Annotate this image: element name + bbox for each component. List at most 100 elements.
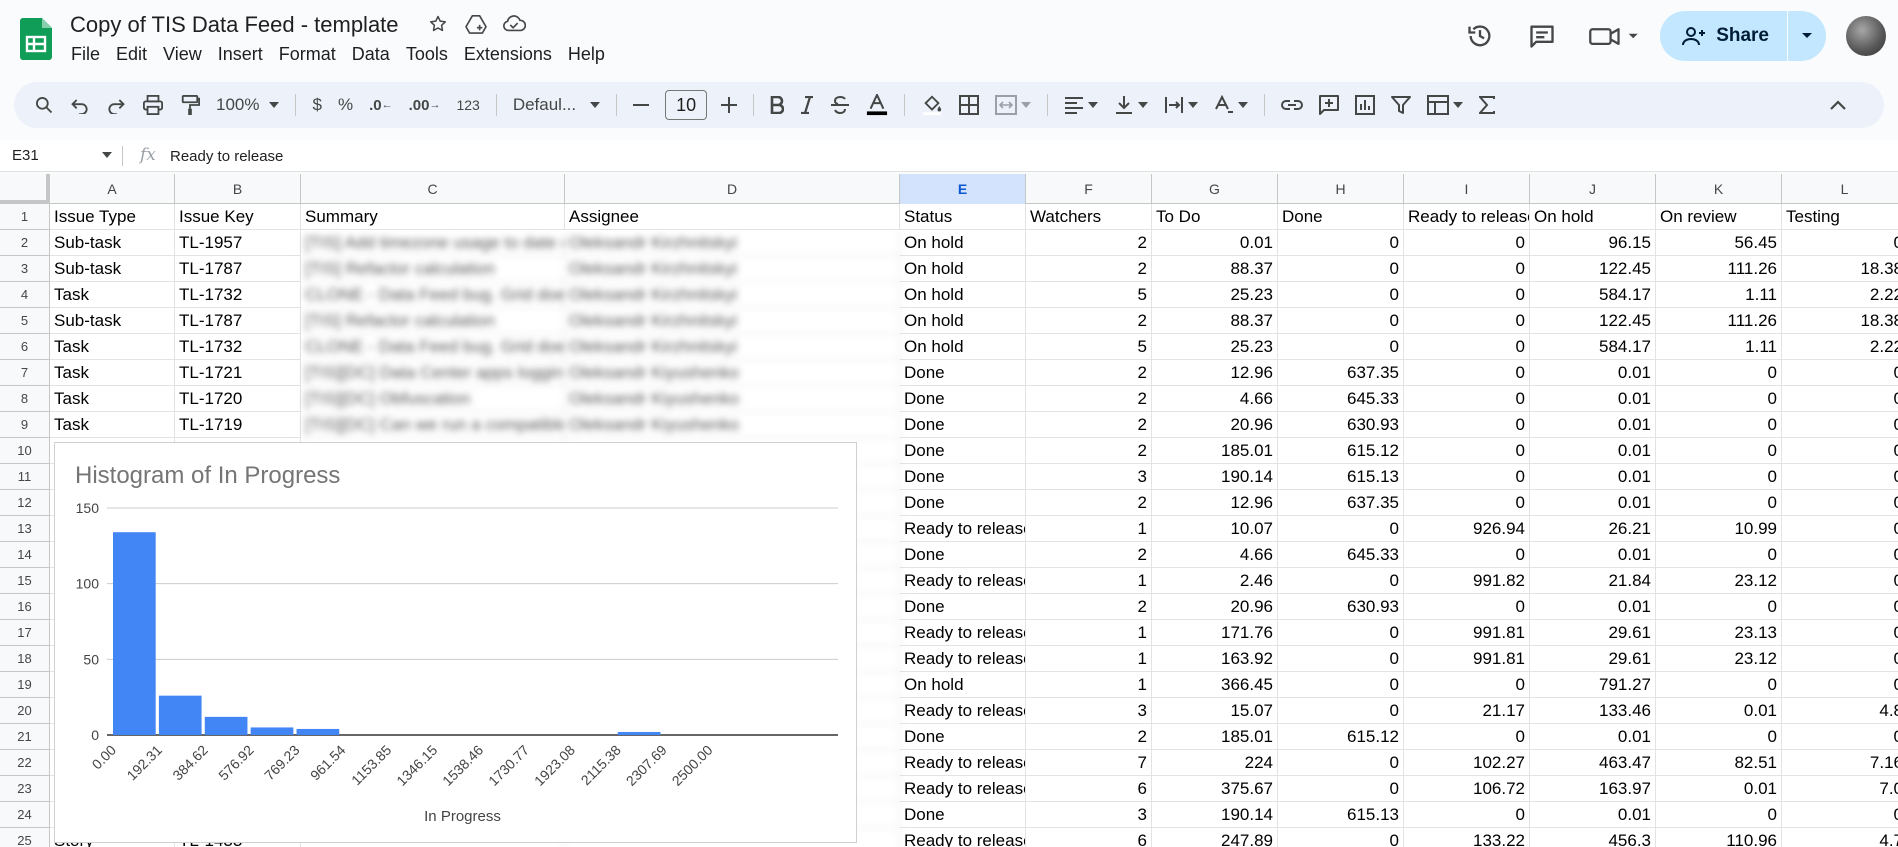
name-box[interactable]: E31 bbox=[12, 147, 39, 164]
table-cell[interactable]: Task bbox=[50, 282, 175, 308]
row-header[interactable]: 1 bbox=[0, 204, 50, 230]
table-cell[interactable]: Done bbox=[900, 412, 1026, 438]
table-cell[interactable]: 0.01 bbox=[1656, 776, 1782, 802]
column-header-l[interactable]: L bbox=[1782, 174, 1898, 204]
menu-data[interactable]: Data bbox=[344, 44, 398, 65]
table-cell[interactable]: 2 bbox=[1026, 360, 1152, 386]
table-cell[interactable]: 0 bbox=[1278, 282, 1404, 308]
table-cell[interactable]: 29.61 bbox=[1530, 620, 1656, 646]
table-cell[interactable]: 584.17 bbox=[1530, 334, 1656, 360]
histogram-chart[interactable]: Histogram of In Progress 0 50 100 150 0.00 192… bbox=[54, 442, 857, 843]
table-cell[interactable]: Done bbox=[900, 542, 1026, 568]
sheets-logo-icon[interactable] bbox=[20, 18, 52, 60]
row-header[interactable]: 19 bbox=[0, 672, 50, 698]
print-icon[interactable] bbox=[142, 90, 164, 120]
table-cell[interactable]: Task bbox=[50, 360, 175, 386]
table-cell[interactable]: 0 bbox=[1656, 594, 1782, 620]
table-cell[interactable]: 82.51 bbox=[1656, 750, 1782, 776]
table-cell[interactable]: 2 bbox=[1026, 724, 1152, 750]
table-cell[interactable]: 0 bbox=[1782, 490, 1898, 516]
header-cell[interactable]: Issue Type bbox=[50, 204, 175, 230]
table-cell[interactable]: 0 bbox=[1782, 360, 1898, 386]
table-cell[interactable]: 26.21 bbox=[1530, 516, 1656, 542]
table-cell[interactable]: Oleksandr Kirzhnitskyi bbox=[565, 256, 900, 282]
table-cell[interactable]: 4.66 bbox=[1152, 386, 1278, 412]
table-cell[interactable]: Done bbox=[900, 802, 1026, 828]
merge-cells-icon[interactable] bbox=[995, 90, 1032, 120]
row-header[interactable]: 11 bbox=[0, 464, 50, 490]
table-cell[interactable]: 2 bbox=[1026, 256, 1152, 282]
table-cell[interactable]: 0 bbox=[1278, 568, 1404, 594]
undo-icon[interactable] bbox=[70, 90, 90, 120]
table-cell[interactable]: 25.23 bbox=[1152, 282, 1278, 308]
star-icon[interactable] bbox=[426, 12, 450, 36]
table-cell[interactable]: 0 bbox=[1782, 516, 1898, 542]
row-header[interactable]: 20 bbox=[0, 698, 50, 724]
header-cell[interactable]: Done bbox=[1278, 204, 1404, 230]
table-cell[interactable]: 630.93 bbox=[1278, 412, 1404, 438]
table-cell[interactable]: TL-1732 bbox=[175, 334, 301, 360]
version-history-icon[interactable] bbox=[1460, 16, 1500, 56]
table-cell[interactable]: Task bbox=[50, 334, 175, 360]
table-cell[interactable]: 615.13 bbox=[1278, 802, 1404, 828]
table-cell[interactable]: 0 bbox=[1656, 464, 1782, 490]
column-header-k[interactable]: K bbox=[1656, 174, 1782, 204]
table-cell[interactable]: 0.01 bbox=[1530, 724, 1656, 750]
table-cell[interactable]: 23.13 bbox=[1656, 620, 1782, 646]
table-cell[interactable]: 10.99 bbox=[1656, 516, 1782, 542]
table-cell[interactable]: Ready to release bbox=[900, 750, 1026, 776]
table-cell[interactable]: 0 bbox=[1656, 386, 1782, 412]
format-currency-button[interactable]: $ bbox=[312, 90, 321, 120]
table-cell[interactable]: Done bbox=[900, 490, 1026, 516]
table-cell[interactable]: Oleksandr Kirzhnitskyi bbox=[565, 230, 900, 256]
table-cell[interactable]: Oleksandr Kiyushenko bbox=[565, 386, 900, 412]
table-cell[interactable]: 0 bbox=[1782, 724, 1898, 750]
table-cell[interactable]: 96.15 bbox=[1530, 230, 1656, 256]
table-cell[interactable]: Done bbox=[900, 360, 1026, 386]
font-size-input[interactable]: 10 bbox=[665, 90, 708, 120]
table-cell[interactable]: 25.23 bbox=[1152, 334, 1278, 360]
table-cell[interactable]: 0 bbox=[1656, 438, 1782, 464]
header-cell[interactable]: On review bbox=[1656, 204, 1782, 230]
table-cell[interactable]: Done bbox=[900, 724, 1026, 750]
row-header[interactable]: 6 bbox=[0, 334, 50, 360]
table-cell[interactable]: 0.01 bbox=[1530, 542, 1656, 568]
column-header-j[interactable]: J bbox=[1530, 174, 1656, 204]
borders-icon[interactable] bbox=[959, 90, 980, 120]
table-cell[interactable]: 926.94 bbox=[1404, 516, 1530, 542]
table-cell[interactable]: 0 bbox=[1656, 724, 1782, 750]
table-cell[interactable]: 0.01 bbox=[1656, 698, 1782, 724]
table-cell[interactable]: 7.16 bbox=[1782, 750, 1898, 776]
table-cell[interactable]: Sub-task bbox=[50, 256, 175, 282]
table-cell[interactable]: 791.27 bbox=[1530, 672, 1656, 698]
table-cell[interactable]: 584.17 bbox=[1530, 282, 1656, 308]
table-cell[interactable]: 133.46 bbox=[1530, 698, 1656, 724]
table-cell[interactable]: 0 bbox=[1782, 802, 1898, 828]
table-cell[interactable]: 163.92 bbox=[1152, 646, 1278, 672]
table-cell[interactable]: 0 bbox=[1782, 412, 1898, 438]
table-cell[interactable]: 2 bbox=[1026, 230, 1152, 256]
functions-icon[interactable] bbox=[1479, 90, 1496, 120]
table-cell[interactable]: Ready to release bbox=[900, 828, 1026, 847]
table-cell[interactable]: 0 bbox=[1404, 490, 1530, 516]
table-cell[interactable]: 12.96 bbox=[1152, 360, 1278, 386]
table-cell[interactable]: 0 bbox=[1278, 334, 1404, 360]
table-cell[interactable]: 23.12 bbox=[1656, 568, 1782, 594]
table-cell[interactable]: 4.8 bbox=[1782, 698, 1898, 724]
row-header[interactable]: 25 bbox=[0, 828, 50, 847]
table-cell[interactable]: TL-1787 bbox=[175, 308, 301, 334]
table-cell[interactable]: 18.38 bbox=[1782, 256, 1898, 282]
share-button[interactable]: Share bbox=[1660, 11, 1788, 61]
table-cell[interactable]: 2 bbox=[1026, 490, 1152, 516]
row-header[interactable]: 24 bbox=[0, 802, 50, 828]
header-cell[interactable]: Issue Key bbox=[175, 204, 301, 230]
table-cell[interactable]: [TIS][DC] Can we run a compatible bbox=[301, 412, 565, 438]
table-cell[interactable]: Ready to release bbox=[900, 516, 1026, 542]
table-cell[interactable]: 0 bbox=[1278, 828, 1404, 847]
table-cell[interactable]: 456.3 bbox=[1530, 828, 1656, 847]
table-cell[interactable]: On hold bbox=[900, 672, 1026, 698]
table-cell[interactable]: Done bbox=[900, 386, 1026, 412]
table-cell[interactable]: 0 bbox=[1782, 594, 1898, 620]
table-cell[interactable]: On hold bbox=[900, 256, 1026, 282]
table-cell[interactable]: 185.01 bbox=[1152, 438, 1278, 464]
